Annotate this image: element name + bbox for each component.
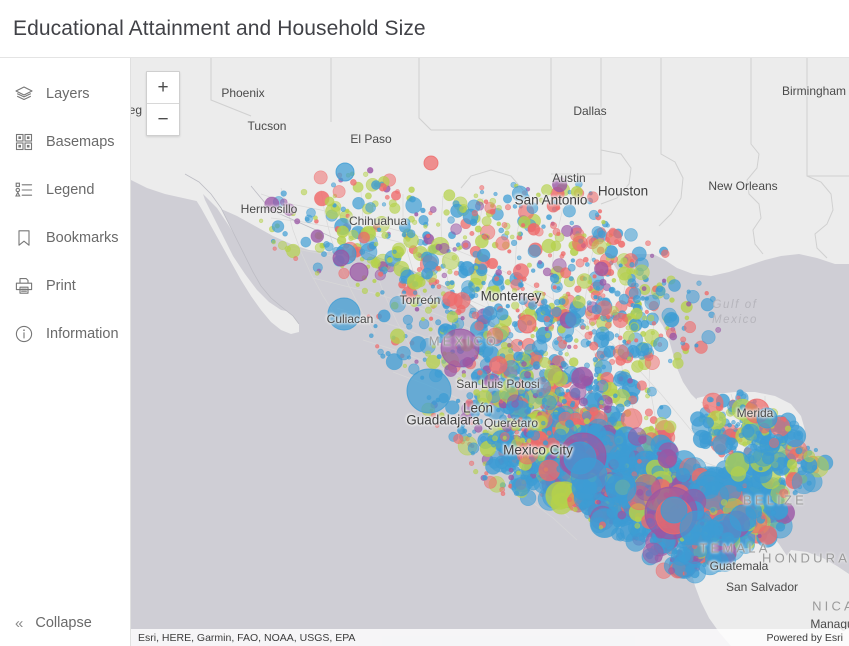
map-label: El Paso: [350, 132, 392, 146]
map-label: Tucson: [247, 119, 287, 133]
map-label: Guadalajara: [406, 412, 480, 428]
sidebar-item-information[interactable]: Information: [0, 310, 130, 358]
info-icon: [13, 323, 35, 345]
zoom-in-button[interactable]: +: [147, 72, 179, 104]
map-label: NICA: [812, 598, 849, 614]
attribution-text: Esri, HERE, Garmin, FAO, NOAA, USGS, EPA: [138, 631, 356, 644]
app-body: Layers Basemaps Legend Bookmarks Print I…: [0, 58, 849, 646]
sidebar-item-bookmarks[interactable]: Bookmarks: [0, 214, 130, 262]
chevron-double-left-icon: «: [15, 614, 23, 632]
collapse-button[interactable]: « Collapse: [0, 600, 130, 646]
sidebar-item-label: Print: [46, 278, 76, 294]
map-label: Chihuahua: [348, 214, 408, 228]
map-label: Monterrey: [480, 288, 542, 304]
map-label: Houston: [597, 183, 649, 199]
sidebar-item-legend[interactable]: Legend: [0, 166, 130, 214]
map-label: New Orleans: [708, 179, 778, 193]
map-attribution-bar: Esri, HERE, Garmin, FAO, NOAA, USGS, EPA…: [131, 629, 849, 646]
basemaps-icon: [13, 131, 35, 153]
map-label: León: [462, 400, 494, 416]
map-label: Guatemala: [709, 559, 769, 573]
map-label: Dallas: [573, 104, 607, 118]
map-label: Birmingham: [781, 84, 847, 98]
map-label: San Luis Potosi: [456, 377, 540, 391]
map-label: Culiacan: [326, 312, 374, 326]
sidebar-item-label: Information: [46, 326, 119, 342]
map-view[interactable]: ieg Phoenix Tucson El Paso Dallas Birmingham A…: [131, 58, 849, 646]
map-label: BELIZE: [743, 492, 807, 508]
sidebar-item-list: Layers Basemaps Legend Bookmarks Print I…: [0, 58, 130, 358]
layers-icon: [13, 83, 35, 105]
map-label: Hermosillo: [240, 202, 298, 216]
sidebar-item-label: Basemaps: [46, 134, 115, 150]
map-label: Torreón: [399, 293, 441, 307]
map-label: TEMALA: [699, 540, 771, 556]
map-water-label: Gulf of Mexico: [711, 299, 759, 326]
sidebar: Layers Basemaps Legend Bookmarks Print I…: [0, 58, 131, 646]
map-label: San Salvador: [725, 580, 799, 594]
map-label: Austin: [552, 171, 586, 185]
sidebar-item-label: Legend: [46, 182, 95, 198]
map-label: ieg: [131, 103, 143, 117]
map-label: Merida: [736, 406, 774, 420]
map-label: MÉXICO: [428, 333, 500, 349]
printer-icon: [13, 275, 35, 297]
sidebar-item-label: Bookmarks: [46, 230, 119, 246]
powered-by-esri[interactable]: Powered by Esri: [767, 632, 843, 644]
sidebar-item-label: Layers: [46, 86, 90, 102]
map-label-layer: ieg Phoenix Tucson El Paso Dallas Birmingham A…: [131, 58, 849, 646]
app-header: Educational Attainment and Household Siz…: [0, 0, 849, 58]
sidebar-item-basemaps[interactable]: Basemaps: [0, 118, 130, 166]
bookmark-icon: [13, 227, 35, 249]
map-label: HONDURAS: [762, 550, 849, 566]
map-label: Phoenix: [221, 86, 265, 100]
page-title: Educational Attainment and Household Siz…: [13, 16, 426, 40]
collapse-label: Collapse: [35, 615, 92, 631]
zoom-controls: + −: [146, 71, 180, 136]
map-label: Querétaro: [483, 416, 539, 430]
map-label: San Antonio: [514, 192, 588, 208]
sidebar-item-layers[interactable]: Layers: [0, 70, 130, 118]
zoom-out-button[interactable]: −: [147, 104, 179, 135]
map-label: Mexico City: [503, 442, 573, 458]
map-application: Educational Attainment and Household Siz…: [0, 0, 849, 646]
sidebar-item-print[interactable]: Print: [0, 262, 130, 310]
legend-icon: [13, 179, 35, 201]
